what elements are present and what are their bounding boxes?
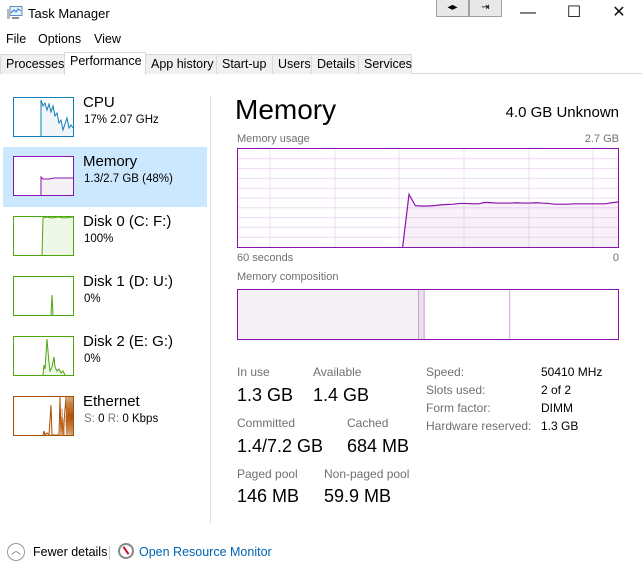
menu-file[interactable]: File xyxy=(6,32,26,46)
memory-label: Memory xyxy=(83,153,138,170)
menu-options[interactable]: Options xyxy=(38,32,81,46)
graph-time-end-label: 0 xyxy=(612,252,619,264)
receive-value: 0 Kbps xyxy=(122,413,159,425)
resource-monitor-icon[interactable] xyxy=(118,543,134,559)
footer-divider xyxy=(109,546,110,560)
tab-startup[interactable]: Start-up xyxy=(216,54,273,74)
footer: ︿ Fewer details Open Resource Monitor xyxy=(0,538,642,568)
cached-value: 684 MB xyxy=(347,436,410,456)
memory-usage-label: Memory usage xyxy=(237,133,310,145)
chevron-up-icon[interactable]: ︿ xyxy=(7,543,25,561)
sidebar-divider xyxy=(210,96,211,524)
fewer-details-button[interactable]: Fewer details xyxy=(33,545,107,559)
tab-performance[interactable]: Performance xyxy=(64,52,146,75)
maximize-icon: ☐ xyxy=(566,4,582,21)
minimize-icon: — xyxy=(520,4,536,21)
close-button[interactable]: ✕ xyxy=(596,0,642,28)
non-paged-pool-value: 59.9 MB xyxy=(324,486,392,506)
title-bar: Task Manager ◂▸ ⇥ — ☐ ✕ xyxy=(0,0,642,28)
disk-2-label: Disk 2 (E: G:) xyxy=(83,333,174,350)
disk-0-label: Disk 0 (C: F:) xyxy=(83,213,172,230)
cpu-label: CPU xyxy=(83,94,115,111)
composition-segment-standby xyxy=(424,290,510,339)
dock-icon: ⇥ xyxy=(481,2,490,13)
disk-1-thumbnail-graph xyxy=(13,276,74,316)
available-value: 1.4 GB xyxy=(313,385,370,405)
form-factor-label: Form factor: xyxy=(426,401,491,415)
in-use-value: 1.3 GB xyxy=(237,385,294,405)
slots-used-value: 2 of 2 xyxy=(541,383,572,397)
cpu-thumbnail-graph xyxy=(13,97,74,137)
disk-0-thumbnail-graph xyxy=(13,216,74,256)
composition-segment-modified xyxy=(418,290,425,339)
memory-thumbnail-graph xyxy=(13,156,74,196)
speed-label: Speed: xyxy=(426,365,465,379)
committed-value: 1.4/7.2 GB xyxy=(237,436,324,456)
send-value: 0 xyxy=(98,413,105,425)
tab-users[interactable]: Users xyxy=(272,54,312,74)
sidebar-item-disk-2[interactable]: Disk 2 (E: G:) 0% xyxy=(3,327,207,387)
disk-0-usage-value: 100% xyxy=(84,233,114,245)
memory-composition-bar xyxy=(237,289,619,340)
sidebar-item-cpu[interactable]: CPU 17% 2.07 GHz xyxy=(3,88,207,148)
window-title: Task Manager xyxy=(28,6,110,21)
hardware-reserved-label: Hardware reserved: xyxy=(426,419,532,433)
form-factor-value: DIMM xyxy=(541,401,573,415)
snap-dock-button[interactable]: ⇥ xyxy=(469,0,502,17)
tab-bar: Processes Performance App history Start-… xyxy=(0,52,642,75)
composition-segment-in-use xyxy=(238,290,419,339)
paged-pool-label: Paged pool xyxy=(237,467,298,481)
sidebar-item-disk-1[interactable]: Disk 1 (D: U:) 0% xyxy=(3,267,207,327)
cached-label: Cached xyxy=(347,416,389,430)
sidebar-item-memory[interactable]: Memory 1.3/2.7 GB (48%) xyxy=(3,147,207,207)
ethernet-throughput: S: 0 R: 0 Kbps xyxy=(84,413,158,425)
hardware-reserved-value: 1.3 GB xyxy=(541,419,579,433)
disk-1-usage-value: 0% xyxy=(84,293,101,305)
memory-usage-graph xyxy=(237,148,619,248)
in-use-label: In use xyxy=(237,365,270,379)
available-label: Available xyxy=(313,365,362,379)
disk-2-usage-value: 0% xyxy=(84,353,101,365)
graph-time-start-label: 60 seconds xyxy=(237,252,294,264)
memory-usage-max: 2.7 GB xyxy=(584,133,619,145)
committed-label: Committed xyxy=(237,416,296,430)
send-label: S: xyxy=(84,413,95,425)
open-resource-monitor-link[interactable]: Open Resource Monitor xyxy=(139,545,272,559)
tab-details[interactable]: Details xyxy=(311,54,359,74)
tab-services[interactable]: Services xyxy=(358,54,412,74)
ethernet-thumbnail-graph xyxy=(13,396,74,436)
paged-pool-value: 146 MB xyxy=(237,486,300,506)
task-manager-icon xyxy=(7,6,23,19)
composition-segment-free xyxy=(509,290,618,339)
receive-label: R: xyxy=(107,413,120,425)
memory-capacity-type: 4.0 GB Unknown xyxy=(505,104,619,121)
arrows-icon: ◂▸ xyxy=(447,2,458,13)
tab-processes[interactable]: Processes xyxy=(0,54,65,74)
sidebar-item-ethernet[interactable]: Ethernet S: 0 R: 0 Kbps xyxy=(3,387,207,447)
minimize-button[interactable]: — xyxy=(505,0,551,28)
disk-1-label: Disk 1 (D: U:) xyxy=(83,273,173,290)
cpu-usage-value: 17% 2.07 GHz xyxy=(84,114,159,126)
slots-used-label: Slots used: xyxy=(426,383,486,397)
page-title: Memory xyxy=(235,94,337,125)
ethernet-label: Ethernet xyxy=(83,393,140,410)
menu-view[interactable]: View xyxy=(94,32,121,46)
maximize-button[interactable]: ☐ xyxy=(551,0,597,28)
disk-2-thumbnail-graph xyxy=(13,336,74,376)
speed-value: 50410 MHz xyxy=(541,365,603,379)
memory-usage-value: 1.3/2.7 GB (48%) xyxy=(84,173,173,185)
close-icon: ✕ xyxy=(612,4,626,21)
non-paged-pool-label: Non-paged pool xyxy=(324,467,410,481)
sidebar-item-disk-0[interactable]: Disk 0 (C: F:) 100% xyxy=(3,207,207,267)
usage-area xyxy=(402,194,618,247)
memory-composition-label: Memory composition xyxy=(237,271,339,283)
tab-app-history[interactable]: App history xyxy=(145,54,217,74)
resource-list: CPU 17% 2.07 GHz Memory 1.3/2.7 GB (48%)… xyxy=(0,88,210,524)
snap-left-right-button[interactable]: ◂▸ xyxy=(436,0,469,17)
